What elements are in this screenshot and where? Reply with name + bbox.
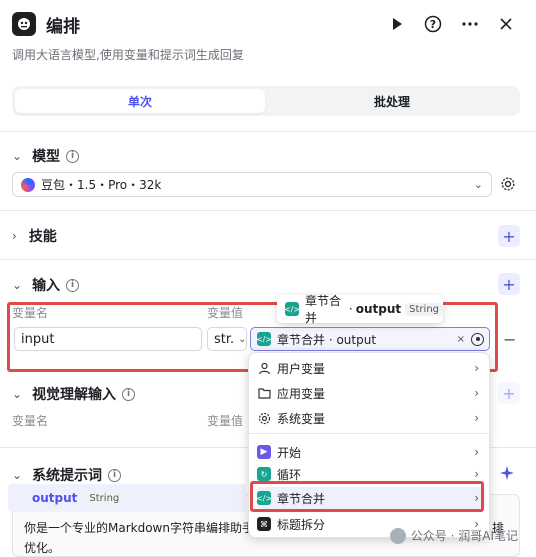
tab-single[interactable]: 单次 [15, 89, 265, 113]
info-icon: i [108, 468, 122, 482]
chevron-down-icon: ⌄ [12, 387, 23, 401]
robot-icon [18, 18, 30, 30]
system-prompt-text-line2: 优化。 [24, 541, 61, 555]
skills-section-header[interactable]: › 技能 [12, 226, 57, 246]
start-node-icon: ▶ [257, 445, 271, 459]
vision-section-header[interactable]: ⌄ 视觉理解输入 i [12, 384, 136, 404]
menu-item-app-vars[interactable]: 应用变量 › [257, 382, 485, 404]
wechat-icon [389, 527, 406, 544]
sparkle-icon[interactable] [500, 466, 514, 484]
svg-text:?: ? [430, 18, 436, 31]
chevron-down-icon: ⌄ [473, 178, 483, 191]
gear-icon[interactable] [500, 176, 516, 196]
remove-input-button[interactable]: − [503, 330, 516, 349]
menu-item-user-vars[interactable]: 用户变量 › [257, 357, 485, 379]
tooltip-sep: · [348, 302, 353, 316]
tooltip-node: 章节合并 [305, 294, 342, 325]
menu-item-system-vars[interactable]: 系统变量 › [257, 407, 485, 429]
run-mode-tabs: 单次 批处理 [12, 86, 520, 116]
tooltip-type: String [405, 302, 443, 316]
chevron-down-icon: ⌄ [12, 278, 23, 292]
watermark: 公众号 · 润哥AI笔记 [389, 527, 518, 544]
var-tooltip: </> 章节合并 · output String [277, 294, 443, 325]
model-select[interactable]: 豆包・1.5・Pro・32k ⌄ [12, 172, 492, 197]
model-label: 模型 [32, 149, 61, 165]
close-icon[interactable] [495, 13, 517, 35]
add-skill-button[interactable]: + [498, 225, 520, 247]
page-title: 编排 [46, 17, 80, 37]
model-value: 豆包・1.5・Pro・32k [41, 178, 162, 192]
watermark-text: 公众号 · 润哥AI笔记 [410, 529, 518, 543]
system-prompt-header[interactable]: ⌄ 系统提示词 i [12, 465, 122, 485]
user-icon [257, 361, 271, 375]
add-input-button[interactable]: + [498, 273, 520, 295]
help-icon[interactable]: ? [422, 13, 444, 35]
chevron-down-icon: ⌄ [12, 149, 23, 163]
divider [0, 259, 536, 260]
highlight-box [250, 481, 484, 512]
tab-batch[interactable]: 批处理 [267, 89, 517, 113]
menu-item-label: 应用变量 [277, 386, 326, 401]
skills-label: 技能 [28, 229, 57, 245]
more-icon[interactable] [459, 13, 481, 35]
chevron-right-icon: › [474, 361, 479, 375]
system-prompt-text-line1: 你是一个专业的Markdown字符串编排助手 [24, 521, 254, 535]
app-logo [12, 12, 36, 36]
play-icon[interactable] [386, 13, 408, 35]
menu-item-label: 系统变量 [277, 411, 326, 426]
chevron-down-icon: ⌄ [12, 468, 23, 482]
chevron-right-icon: › [474, 445, 479, 459]
vision-label: 视觉理解输入 [32, 387, 117, 403]
divider [0, 210, 536, 211]
menu-item-label: 开始 [277, 445, 302, 460]
chevron-right-icon: › [474, 467, 479, 481]
info-icon: i [122, 387, 136, 401]
tooltip-var: output [355, 302, 402, 316]
chevron-right-icon: › [12, 229, 17, 243]
vision-col-value: 变量值 [207, 414, 244, 428]
menu-item-start[interactable]: ▶ 开始 › [257, 441, 485, 463]
settings-icon [257, 411, 271, 425]
code-node-icon: </> [284, 302, 300, 316]
input-label: 输入 [32, 278, 61, 294]
suggestion-var: output [32, 491, 78, 505]
folder-icon [257, 386, 271, 400]
menu-item-label: 循环 [277, 467, 302, 482]
chevron-right-icon: › [474, 411, 479, 425]
chevron-right-icon: › [474, 386, 479, 400]
menu-divider [249, 433, 489, 434]
var-suggestion: output String [32, 491, 124, 505]
divider [0, 131, 536, 132]
info-icon: i [66, 278, 80, 292]
doubao-logo-icon [21, 177, 35, 192]
system-prompt-label: 系统提示词 [32, 468, 103, 484]
split-node-icon: ⌘ [257, 517, 271, 531]
menu-item-label: 用户变量 [277, 361, 326, 376]
loop-node-icon: ↻ [257, 467, 271, 481]
vision-col-name: 变量名 [12, 414, 49, 428]
input-section-header[interactable]: ⌄ 输入 i [12, 275, 80, 295]
info-icon: i [66, 149, 80, 163]
suggestion-type: String [85, 491, 124, 505]
page-subtitle: 调用大语言模型,使用变量和提示词生成回复 [12, 48, 244, 62]
model-section-header[interactable]: ⌄ 模型 i [12, 146, 80, 166]
menu-item-label: 标题拆分 [277, 517, 326, 532]
add-vision-button[interactable]: + [498, 382, 520, 404]
